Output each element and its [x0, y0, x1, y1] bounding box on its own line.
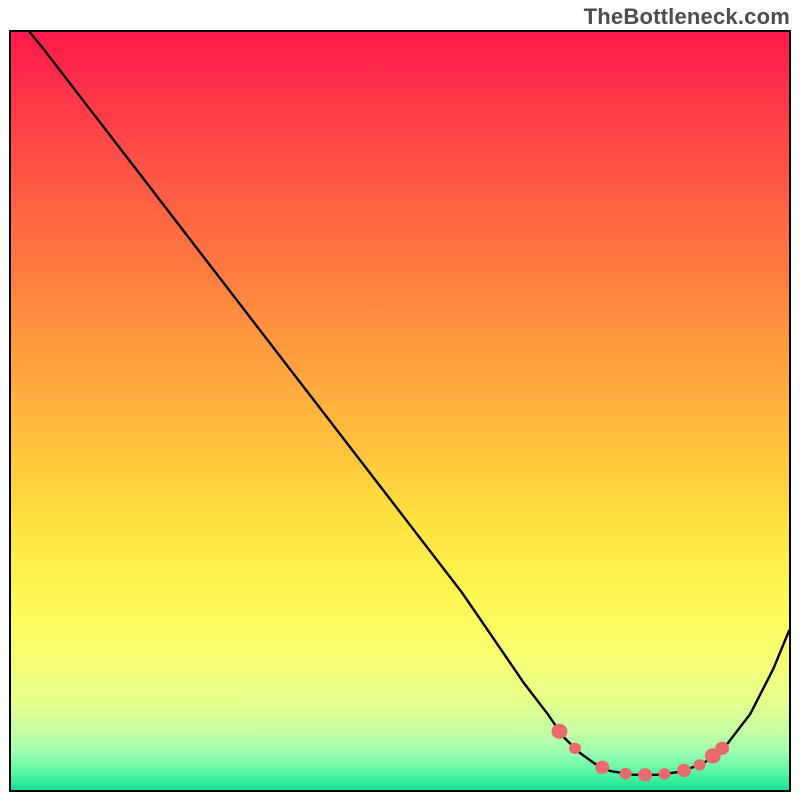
chart-svg — [11, 32, 789, 790]
optimal-marker — [620, 768, 632, 779]
optimal-marker — [715, 742, 729, 755]
bottleneck-curve — [11, 30, 789, 775]
optimal-marker — [552, 724, 568, 739]
watermark-text: TheBottleneck.com — [584, 4, 790, 30]
optimal-marker — [677, 764, 691, 777]
optimal-marker — [595, 761, 609, 774]
chart-stage: TheBottleneck.com — [0, 0, 800, 800]
optimal-marker — [569, 743, 581, 754]
optimal-marker — [659, 768, 671, 779]
optimal-marker — [638, 768, 652, 781]
optimal-marker — [694, 759, 706, 770]
plot-area — [9, 30, 791, 792]
optimal-markers — [552, 724, 730, 782]
